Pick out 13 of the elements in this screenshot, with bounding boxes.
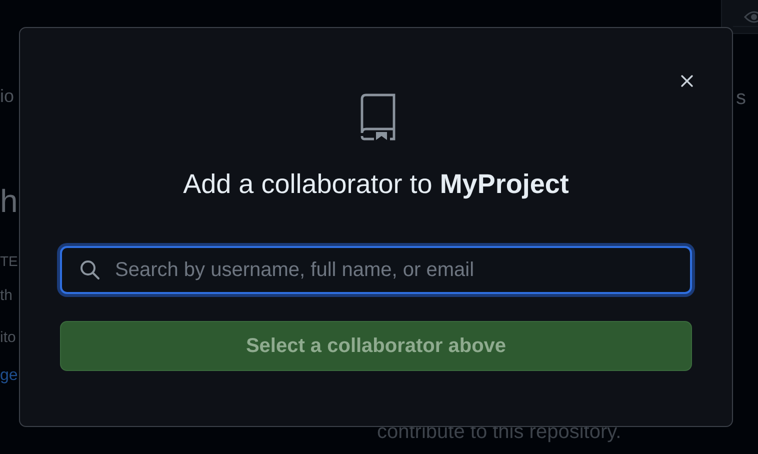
background-link[interactable]: ge xyxy=(0,367,19,385)
background-text: ito xyxy=(0,328,17,348)
close-icon xyxy=(679,73,695,89)
background-text: th xyxy=(0,286,14,306)
search-input[interactable]: Search by username, full name, or email xyxy=(113,258,690,282)
background-text: h xyxy=(0,183,19,219)
dialog-title: Add a collaborator to MyProject xyxy=(183,169,569,200)
background-text: s xyxy=(736,87,746,109)
eye-icon xyxy=(744,8,758,24)
background-text: io xyxy=(0,86,16,107)
search-icon xyxy=(79,259,101,281)
search-field[interactable]: Search by username, full name, or email xyxy=(60,246,692,294)
background-text: TE xyxy=(0,253,19,269)
